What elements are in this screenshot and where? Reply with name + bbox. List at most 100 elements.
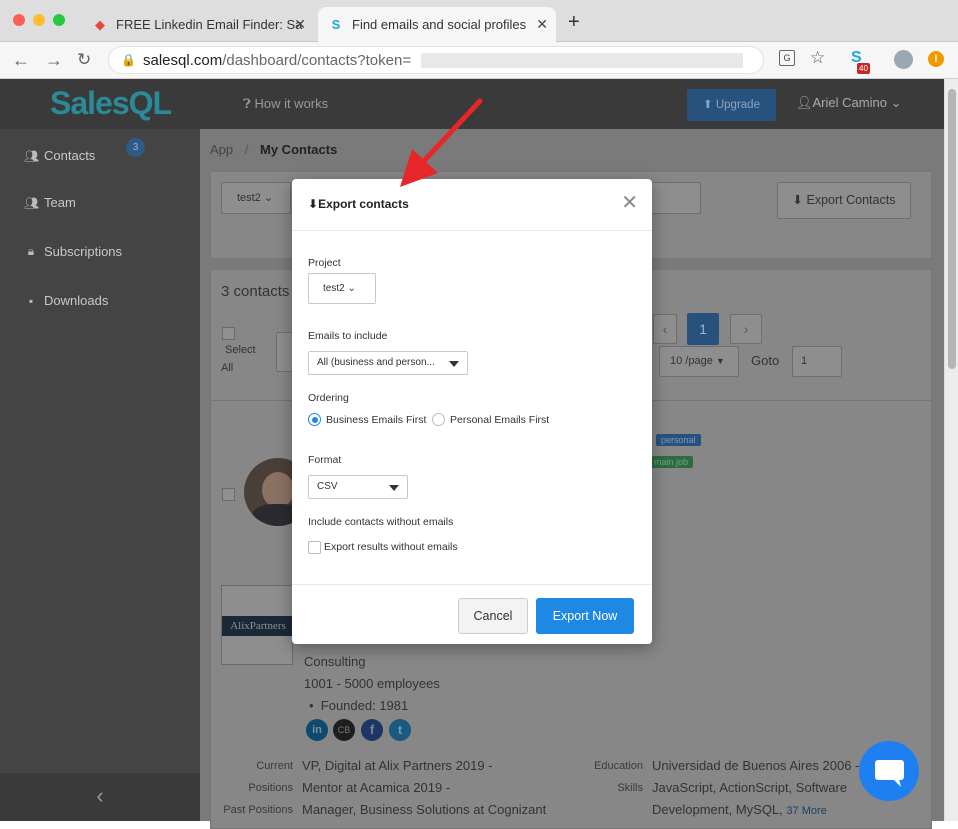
- url-domain: salesql.com: [143, 52, 223, 69]
- sidebar-item-downloads[interactable]: ▪ Downloads: [24, 293, 108, 308]
- collapse-sidebar-button[interactable]: ‹: [0, 773, 200, 821]
- current-position-2: Mentor at Acamica 2019 -: [302, 780, 451, 795]
- email-tag-personal: personal: [656, 434, 701, 446]
- sidebar-item-label: Subscriptions: [44, 244, 123, 259]
- contact-checkbox[interactable]: [222, 488, 235, 501]
- company-employees: 1001 - 5000 employees: [304, 676, 440, 691]
- chat-launcher-button[interactable]: [859, 741, 919, 801]
- project-label: Project: [308, 257, 341, 269]
- profile-avatar[interactable]: [894, 50, 913, 69]
- page-scrollbar[interactable]: [944, 79, 958, 821]
- current-positions-label2: Positions: [248, 782, 293, 794]
- emails-include-value: All (business and person...: [317, 357, 435, 368]
- radio-personal-first[interactable]: [432, 413, 445, 426]
- upload-icon: ⬆: [703, 99, 713, 111]
- new-tab-button[interactable]: +: [568, 12, 580, 32]
- linkedin-icon[interactable]: in: [306, 719, 328, 741]
- page-size-select[interactable]: 10 /page ▼: [659, 346, 739, 377]
- minimize-window-button[interactable]: [33, 14, 45, 26]
- caret-down-icon: [449, 361, 459, 367]
- browser-toolbar: ← → ↻ 🔒 salesql.com/dashboard/contacts?t…: [0, 42, 958, 79]
- browser-tab-1[interactable]: ◆ FREE Linkedin Email Finder: Sa ✕: [82, 7, 314, 42]
- scrollbar-thumb[interactable]: [948, 89, 956, 369]
- arrow-shaft: [419, 98, 483, 166]
- breadcrumb-root[interactable]: App: [210, 142, 233, 157]
- project-select[interactable]: test2 ⌄: [221, 182, 291, 214]
- back-icon[interactable]: ←: [12, 50, 30, 70]
- chat-icon: [875, 760, 904, 787]
- export-without-emails-checkbox[interactable]: [308, 541, 321, 554]
- sidebar-item-subscriptions[interactable]: 🔒︎ Subscriptions: [24, 244, 122, 259]
- salesql-logo[interactable]: SalesQL: [50, 85, 172, 122]
- forward-icon[interactable]: →: [45, 50, 63, 70]
- current-positions-label1: Current: [256, 760, 293, 772]
- skills-more-link[interactable]: 37 More: [786, 805, 826, 817]
- reload-icon[interactable]: ↻: [77, 50, 91, 70]
- translate-icon[interactable]: G: [779, 50, 795, 66]
- format-select[interactable]: CSV: [308, 475, 408, 499]
- facebook-icon[interactable]: f: [361, 719, 383, 741]
- close-tab-icon[interactable]: ✕: [294, 16, 306, 33]
- chrome-store-icon: ◆: [95, 16, 105, 32]
- goto-input[interactable]: 1: [792, 346, 842, 377]
- radio-business-first-label[interactable]: Business Emails First: [326, 414, 426, 426]
- project-select-value: test2: [237, 192, 261, 204]
- sidebar-item-label: Contacts: [44, 148, 96, 163]
- maximize-window-button[interactable]: [53, 14, 65, 26]
- sidebar-item-label: Downloads: [44, 293, 109, 308]
- browser-tab-2[interactable]: S Find emails and social profiles ✕: [318, 7, 556, 42]
- radio-personal-first-label[interactable]: Personal Emails First: [450, 414, 549, 426]
- sidebar-item-team[interactable]: 👥︎ Team: [24, 195, 76, 210]
- download-icon: ▪: [28, 293, 34, 308]
- education-value: Universidad de Buenos Aires 2006 -: [652, 758, 860, 773]
- export-contacts-modal: ⬇Export contacts ✕ Project test2 ⌄ Email…: [292, 179, 652, 644]
- modal-title: ⬇Export contacts: [308, 197, 409, 211]
- page-size-value: 10 /page: [670, 355, 713, 367]
- cancel-button[interactable]: Cancel: [458, 598, 528, 634]
- goto-label: Goto: [751, 353, 780, 368]
- modal-project-value: test2: [323, 283, 345, 294]
- download-icon: ⬇: [308, 197, 319, 211]
- twitter-icon[interactable]: t: [389, 719, 411, 741]
- radio-business-first[interactable]: [308, 413, 321, 426]
- update-alert-icon[interactable]: !: [928, 51, 944, 67]
- select-all-checkbox[interactable]: [222, 327, 235, 340]
- tab-title: FREE Linkedin Email Finder: Sa: [116, 17, 303, 32]
- emails-include-select[interactable]: All (business and person...: [308, 351, 468, 375]
- chevron-down-icon: ⌄: [263, 192, 274, 204]
- modal-project-select[interactable]: test2 ⌄: [308, 273, 376, 304]
- upgrade-button[interactable]: ⬆ Upgrade: [687, 89, 776, 121]
- format-label: Format: [308, 454, 342, 466]
- contacts-count-badge: 3: [126, 138, 145, 157]
- browser-tab-bar: ◆ FREE Linkedin Email Finder: Sa ✕ S Fin…: [0, 0, 958, 42]
- education-label: Education: [594, 760, 643, 772]
- close-icon[interactable]: ✕: [621, 193, 638, 213]
- close-window-button[interactable]: [13, 14, 25, 26]
- sidebar-item-contacts[interactable]: 👥︎ Contacts: [24, 148, 95, 163]
- how-it-works-link[interactable]: ❓︎ How it works: [243, 96, 328, 112]
- next-page-button[interactable]: ›: [730, 314, 762, 344]
- extension-badge: 40: [857, 63, 870, 74]
- how-it-works-label: How it works: [254, 96, 329, 111]
- crunchbase-icon[interactable]: CB: [333, 719, 355, 741]
- prev-page-button[interactable]: ‹: [653, 314, 677, 344]
- avatar-face: [262, 472, 294, 508]
- upgrade-label: Upgrade: [715, 99, 760, 111]
- address-bar[interactable]: 🔒 salesql.com/dashboard/contacts?token=: [108, 46, 764, 74]
- ordering-label: Ordering: [308, 392, 349, 404]
- company-logo: AlixPartners: [222, 616, 294, 636]
- close-tab-icon[interactable]: ✕: [536, 16, 548, 33]
- contacts-icon: 👥︎: [24, 148, 40, 163]
- export-without-emails-label[interactable]: Export results without emails: [324, 541, 458, 553]
- page-1-button[interactable]: 1: [687, 313, 719, 345]
- team-icon: 👥︎: [24, 195, 40, 210]
- bookmark-star-icon[interactable]: ☆: [810, 48, 825, 68]
- chevron-down-icon: ⌄: [890, 95, 902, 110]
- export-now-button[interactable]: Export Now: [536, 598, 634, 634]
- email-tag-main-job: main job: [649, 456, 694, 468]
- export-contacts-button[interactable]: ⬇ Export Contacts: [777, 182, 911, 219]
- past-positions-label: Past Positions: [223, 804, 293, 816]
- user-menu[interactable]: 👤︎Ariel Camino ⌄: [796, 95, 901, 111]
- question-icon: ❓︎: [243, 96, 251, 111]
- chevron-down-icon: ⌄: [347, 283, 356, 294]
